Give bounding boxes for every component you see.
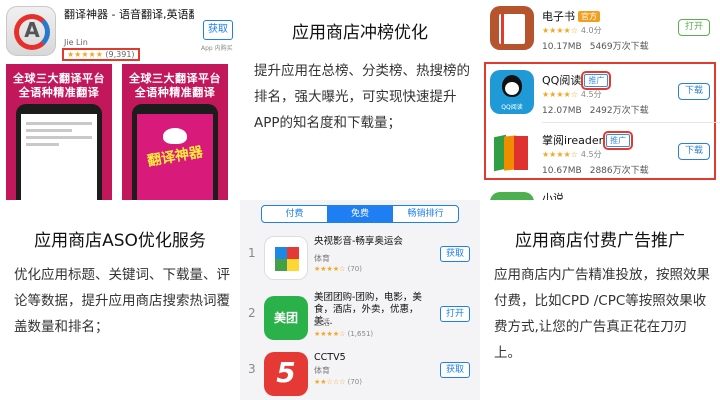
download-count: 2492万次下载 (589, 106, 649, 116)
section-title: 应用商店付费广告推广 (515, 231, 685, 251)
app-name: 美团团购-团购，电影，美食，酒店，外卖，优惠，美... (314, 292, 422, 327)
app-size: 10.67MB (542, 166, 582, 176)
rating-score: 4.0分 (580, 26, 602, 35)
app-title[interactable]: 翻译神器 - 语音翻译,英语翻译, 日语翻译,韩语翻译,泰语翻译,... (64, 8, 194, 22)
get-button[interactable]: 获取 (203, 20, 233, 40)
app-size: 12.07MB (542, 106, 582, 116)
download-button[interactable]: 下载 (678, 83, 710, 100)
review-count: (70) (347, 265, 362, 273)
open-button[interactable]: 打开 (440, 306, 470, 322)
app-name: 掌阅ireader (542, 134, 604, 147)
aso-service-section: 应用商店ASO优化服务 优化应用标题、关键词、下载量、评论等数据，提升应用商店搜… (0, 200, 240, 400)
section-description: 提升应用在总榜、分类榜、热搜榜的排名，强大曝光，可实现快速提升APP的知名度和下… (254, 63, 470, 131)
icon-label: QQ阅读 (501, 104, 523, 111)
app-category: 体育 (314, 366, 330, 375)
rank-number: 1 (248, 246, 256, 260)
rating-stars-icon: ★★★★☆ (542, 150, 578, 159)
app-name: 小说 (542, 192, 564, 200)
tab-top-grossing[interactable]: 畅销排行 (393, 206, 458, 222)
icon-label: 美团 (273, 311, 298, 325)
section-title: 应用商店冲榜优化 (292, 23, 428, 43)
review-count: (70) (347, 378, 362, 386)
cctv5-icon: 5 (264, 352, 308, 396)
download-count: 2886万次下载 (589, 166, 649, 176)
rating-score: 4.5分 (580, 90, 602, 99)
app-developer[interactable]: Jie Lin (64, 38, 88, 47)
novel-icon (490, 192, 534, 200)
app-size: 10.17MB (542, 42, 582, 52)
rank-number: 3 (248, 362, 256, 376)
phone-frame (16, 104, 102, 200)
ranking-list-panel: 付费 免费 畅销排行 1 央视影音-畅享奥运会 体育 ★★★★☆ (70) 获取… (240, 200, 480, 400)
app-ad-list: 电子书 官方 ★★★★☆ 4.0分 10.17MB 5469万次下载 打开 QQ阅读 … (480, 0, 720, 200)
icon-label: 5 (276, 356, 296, 389)
screenshot-1[interactable]: 全球三大翻译平台 全语种精准翻译 (6, 64, 112, 200)
qq-reader-icon: QQ阅读 (490, 70, 534, 114)
rating-stars-icon: ★★★★☆ (314, 265, 346, 273)
app-listing-panel: A 翻译神器 - 语音翻译,英语翻译, 日语翻译,韩语翻译,泰语翻译,... J… (0, 0, 240, 200)
list-item[interactable]: 掌阅ireader 推广 ★★★★☆ 4.5分 10.67MB 2886万次下载 下载 (480, 124, 720, 184)
paid-ads-section: 应用商店付费广告推广 应用商店内广告精准投放，按照效果付费，比如CPD /CPC… (480, 200, 720, 400)
download-button[interactable]: 下载 (678, 143, 710, 160)
rating-stars-icon: ★★★★★ (67, 50, 103, 59)
get-button[interactable]: 获取 (440, 246, 470, 262)
ranking-row[interactable]: 3 5 CCTV5 体育 ★★☆☆☆ (70) 获取 (240, 348, 480, 400)
app-category: 体育 (314, 254, 330, 263)
rating-score: 4.5分 (580, 150, 602, 159)
official-badge: 官方 (578, 11, 600, 22)
review-count: (1,651) (347, 330, 374, 338)
list-item[interactable]: 小说 (480, 186, 720, 200)
ireader-icon (490, 130, 534, 174)
translator-app-icon[interactable]: A (6, 6, 56, 56)
divider (542, 122, 720, 123)
rating-stars-icon: ★★☆☆☆ (314, 378, 346, 386)
promoted-badge: 推广 (581, 71, 612, 90)
app-name: 电子书 (542, 10, 575, 23)
open-button[interactable]: 打开 (678, 19, 710, 36)
ranking-row[interactable]: 2 美团 美团团购-团购，电影，美食，酒店，外卖，优惠，美... 生活 ★★★★… (240, 288, 480, 346)
section-title: 应用商店ASO优化服务 (34, 231, 206, 251)
app-category: 生活 (314, 318, 330, 327)
meituan-icon: 美团 (264, 296, 308, 340)
ranking-row[interactable]: 1 央视影音-畅享奥运会 体育 ★★★★☆ (70) 获取 (240, 232, 480, 290)
rocket-icon (163, 128, 187, 144)
app-name: 央视影音-畅享奥运会 (314, 236, 403, 247)
rating-stars-icon: ★★★★☆ (542, 26, 578, 35)
screenshot-headline: 全球三大翻译平台 全语种精准翻译 (13, 72, 105, 99)
cctv-video-icon (264, 236, 308, 280)
download-count: 5469万次下载 (589, 42, 649, 52)
tab-paid[interactable]: 付费 (262, 206, 328, 222)
rank-optimization-section: 应用商店冲榜优化 提升应用在总榜、分类榜、热搜榜的排名，强大曝光，可实现快速提升… (240, 0, 480, 200)
list-item[interactable]: 电子书 官方 ★★★★☆ 4.0分 10.17MB 5469万次下载 打开 (480, 0, 720, 60)
rating-stars-icon: ★★★★☆ (542, 90, 578, 99)
ebook-icon (490, 6, 534, 50)
app-name: QQ阅读 (542, 74, 582, 87)
phone-frame: 翻译神器 (132, 104, 218, 200)
screenshot-feature-text: 翻译神器 (146, 144, 205, 170)
list-item[interactable]: QQ阅读 QQ阅读 推广 ★★★★☆ 4.5分 12.07MB 2492万次下载 下载 (480, 64, 720, 124)
promoted-badge: 推广 (603, 131, 634, 150)
text-lines-graphic (26, 122, 92, 150)
rating-count: (9,391) (105, 50, 135, 59)
rating-stars-icon: ★★★★☆ (314, 330, 346, 338)
rank-number: 2 (248, 306, 256, 320)
in-app-purchase-label: App 内购买 (201, 45, 233, 52)
screenshot-headline: 全球三大翻译平台 全语种精准翻译 (129, 72, 221, 99)
tab-free[interactable]: 免费 (327, 206, 394, 222)
app-rating-highlight: ★★★★★ (9,391) (62, 48, 140, 61)
app-name: CCTV5 (314, 352, 346, 363)
ranking-tab-bar: 付费 免费 畅销排行 (261, 205, 459, 223)
section-description: 应用商店内广告精准投放，按照效果付费，比如CPD /CPC等按照效果收费方式,让… (494, 267, 710, 361)
section-description: 优化应用标题、关键词、下载量、评论等数据，提升应用商店搜索热词覆盖数量和排名； (14, 267, 230, 335)
get-button[interactable]: 获取 (440, 362, 470, 378)
screenshot-2[interactable]: 全球三大翻译平台 全语种精准翻译 翻译神器 (122, 64, 228, 200)
